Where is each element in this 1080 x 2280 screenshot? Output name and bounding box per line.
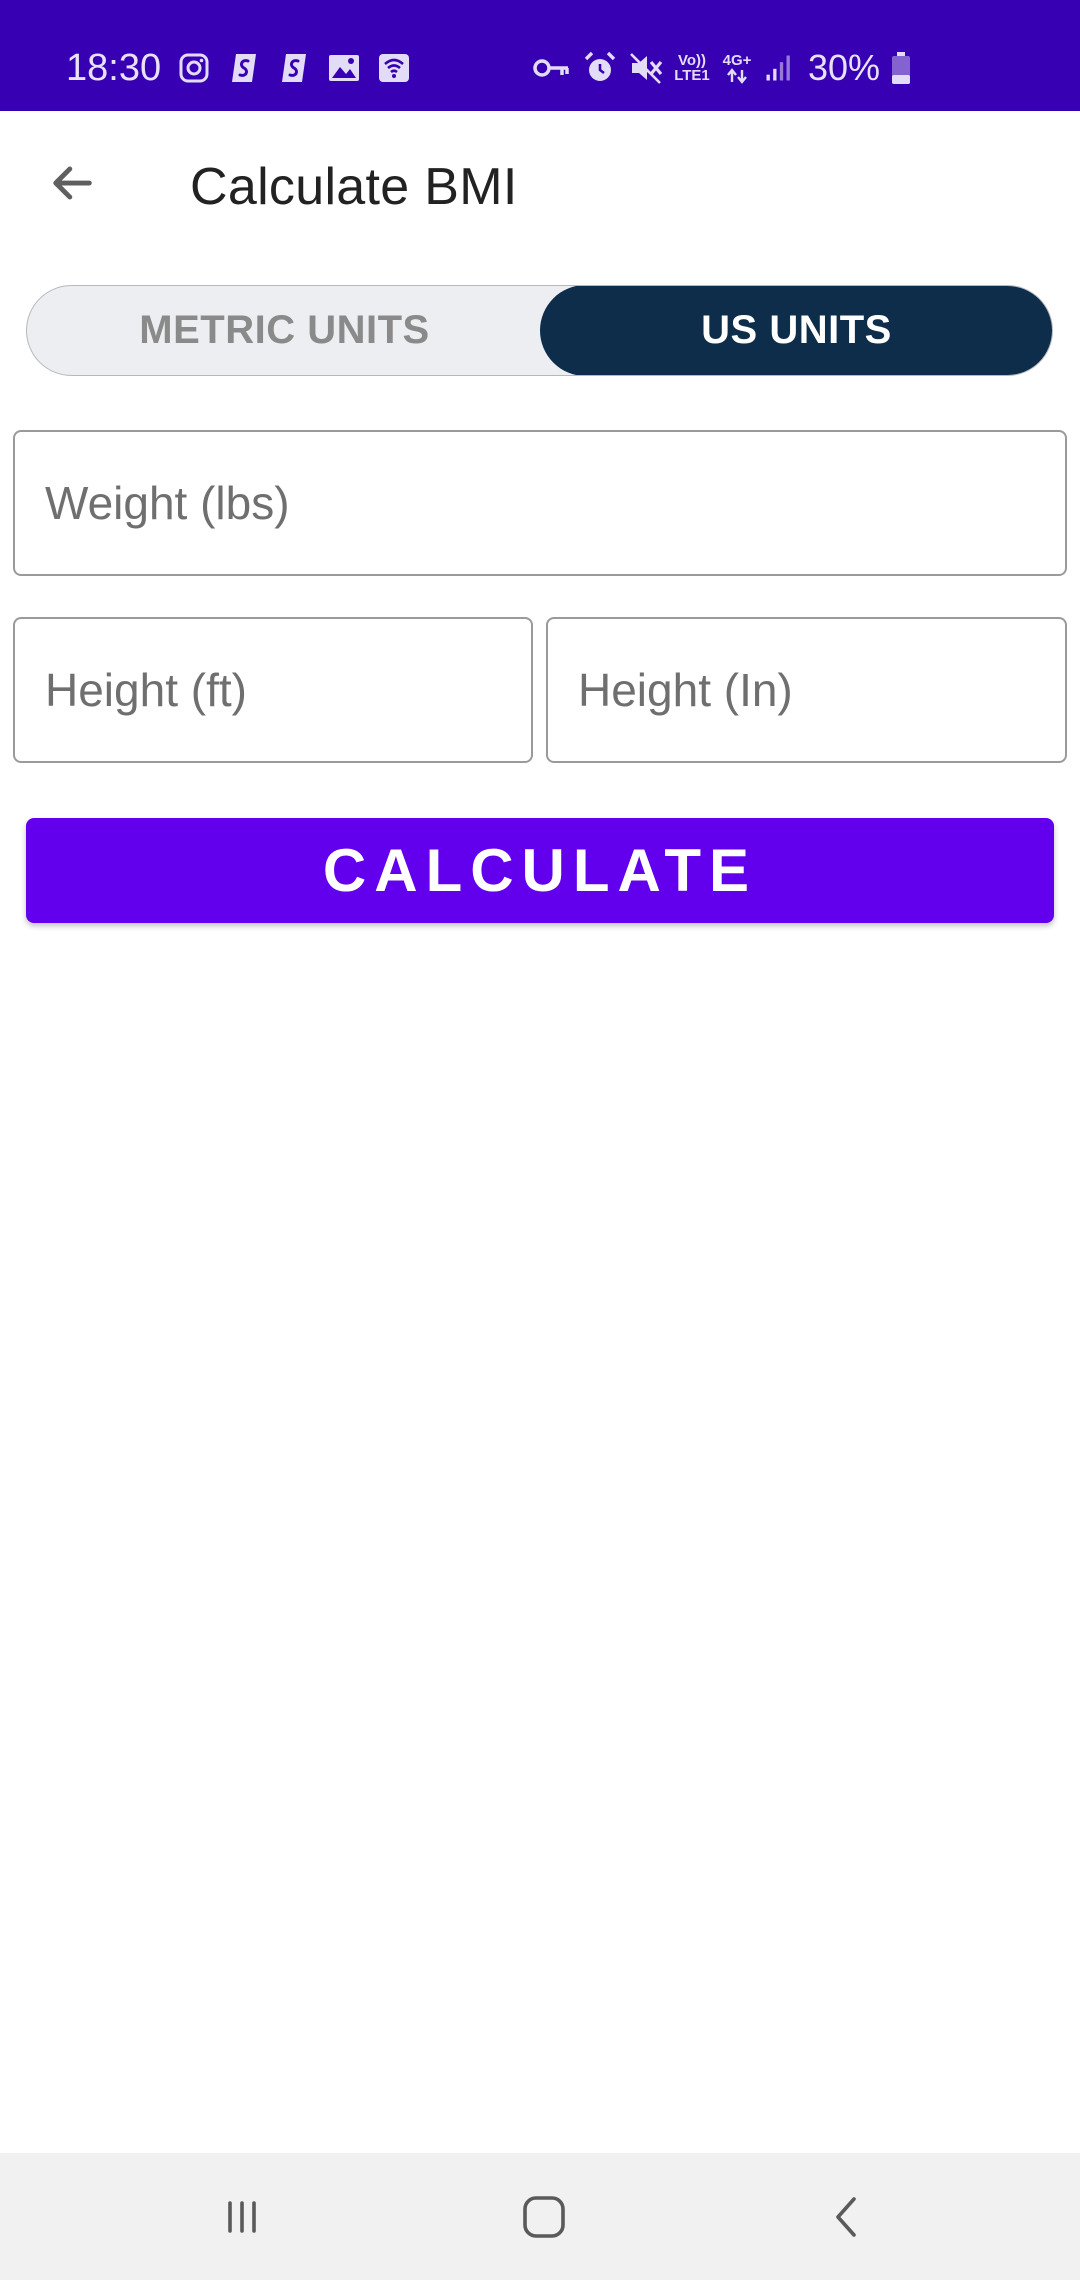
height-ft-field: [13, 617, 533, 763]
tab-us-units[interactable]: US UNITS: [540, 286, 1052, 375]
volte-label: Vo)) LTE1: [674, 53, 710, 83]
battery-percent: 30%: [808, 47, 881, 88]
volte-label-top: Vo)): [677, 52, 707, 69]
wifi-calling-icon: [379, 54, 409, 82]
nav-back-button[interactable]: [806, 2175, 890, 2259]
toolbar: Calculate BMI: [0, 111, 1080, 261]
status-left-icons: [176, 48, 412, 88]
screen: 18:30 Vo)) LTE1 4G+ 30% Calculate BMI ME…: [0, 0, 1080, 2280]
back-button[interactable]: [36, 147, 108, 219]
status-right-icons: Vo)) LTE1 4G+ 30%: [532, 47, 912, 88]
image-icon: [329, 55, 359, 81]
signal-icon: [766, 55, 790, 81]
status-bar: 18:30 Vo)) LTE1 4G+ 30%: [0, 0, 1080, 111]
back-icon: [836, 2197, 856, 2237]
shazam-icon: [282, 54, 306, 82]
network-gen: 4G+: [720, 53, 754, 84]
network-gen-label: 4G+: [722, 51, 752, 69]
mute-icon: [630, 53, 663, 84]
home-button[interactable]: [502, 2175, 586, 2259]
height-in-field: [546, 617, 1067, 763]
height-ft-input[interactable]: [15, 619, 531, 761]
navigation-bar: [0, 2153, 1080, 2280]
arrow-back-icon: [53, 166, 92, 200]
shazam-icon: [232, 54, 256, 82]
height-in-input[interactable]: [548, 619, 1065, 761]
instagram-icon: [179, 53, 209, 83]
volte-label-bottom: LTE1: [674, 67, 710, 84]
alarm-icon: [584, 51, 616, 81]
recents-button[interactable]: [200, 2175, 284, 2259]
home-icon: [523, 2196, 565, 2238]
tab-metric-units[interactable]: METRIC UNITS: [27, 286, 542, 375]
weight-field: [13, 430, 1067, 576]
status-time: 18:30: [66, 47, 162, 89]
recents-icon: [228, 2201, 256, 2233]
weight-input[interactable]: [15, 432, 1065, 574]
battery-icon: [892, 52, 911, 84]
calculate-button[interactable]: CALCULATE: [26, 818, 1054, 923]
page-title: Calculate BMI: [190, 158, 518, 216]
data-arrows-icon: [727, 67, 747, 84]
key-icon: [533, 59, 569, 77]
unit-toggle: METRIC UNITS US UNITS: [26, 285, 1053, 376]
